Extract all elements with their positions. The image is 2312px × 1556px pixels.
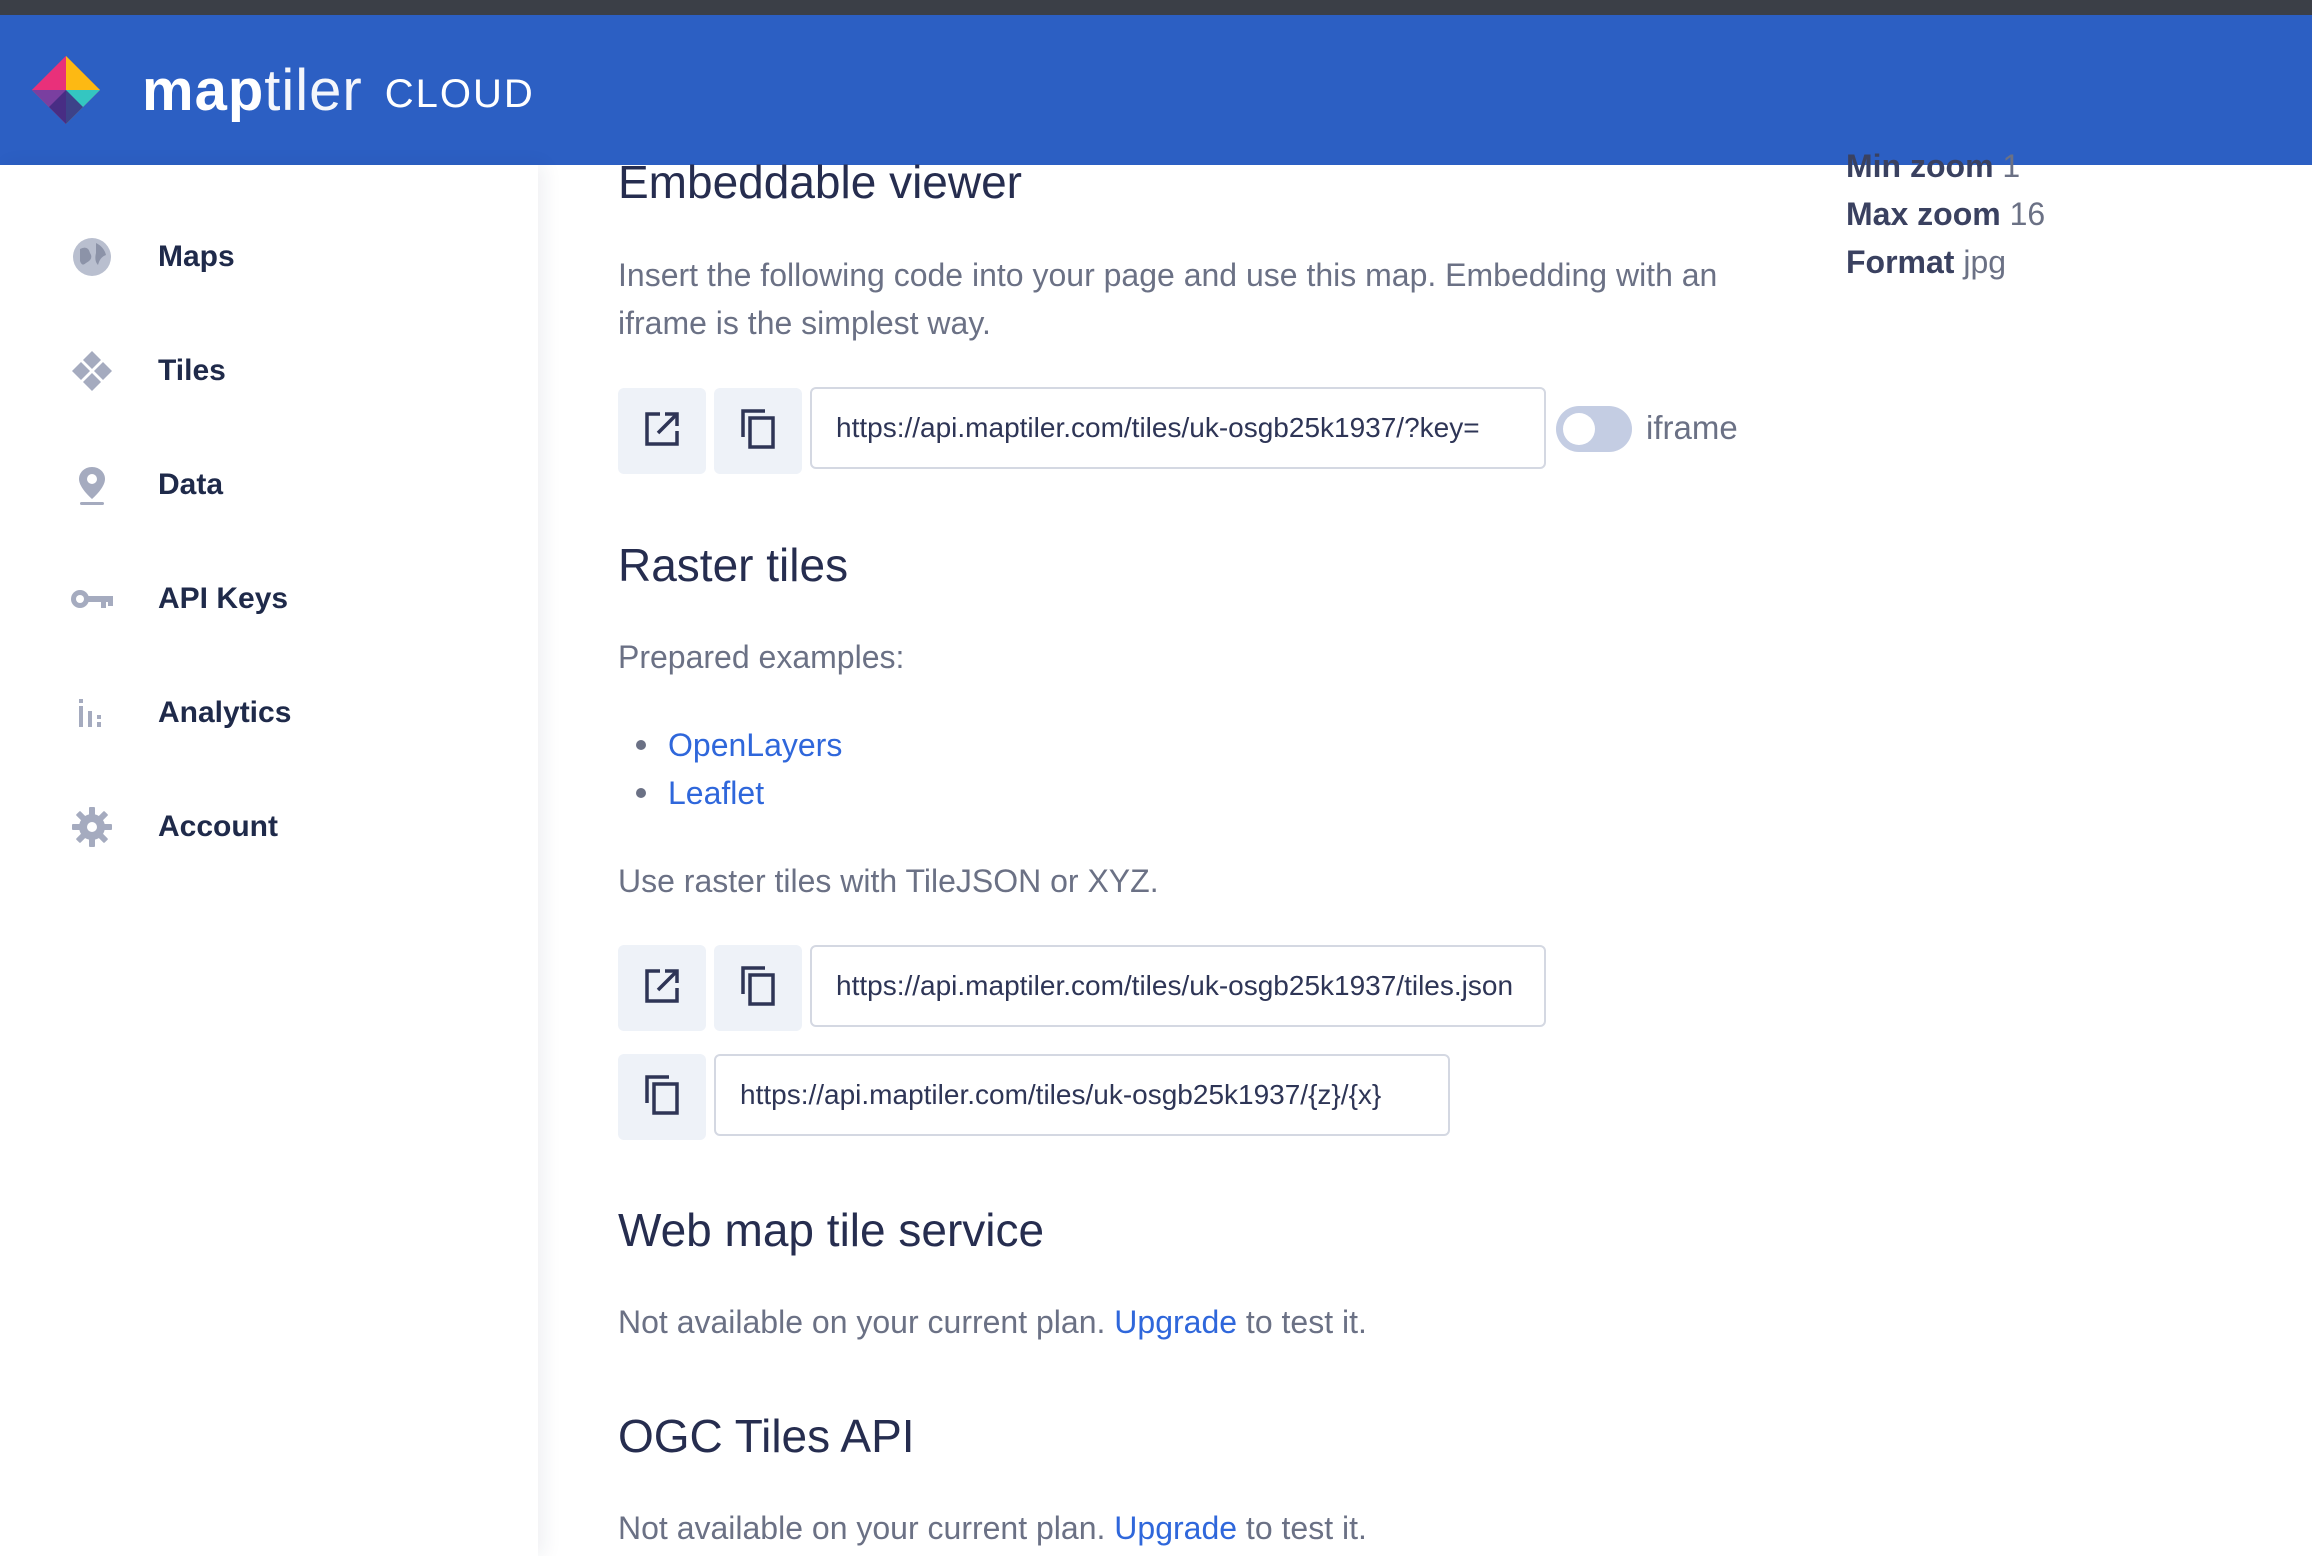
- wmts-text-before: Not available on your current plan.: [618, 1304, 1106, 1340]
- toggle-knob: [1563, 413, 1595, 445]
- open-external-icon: [642, 966, 682, 1011]
- raster-usage-text: Use raster tiles with TileJSON or XYZ.: [618, 863, 1159, 899]
- sidebar-item-label: Account: [158, 810, 278, 843]
- tilejson-open-button[interactable]: [618, 945, 706, 1031]
- iframe-toggle-label: iframe: [1646, 409, 1738, 446]
- meta-label: Min zoom: [1846, 148, 1994, 184]
- iframe-toggle[interactable]: [1556, 406, 1632, 452]
- sidebar: Maps Tiles Data API Keys Analytics Accou…: [0, 165, 538, 1556]
- copy-icon: [737, 407, 779, 456]
- globe-icon: [64, 229, 120, 285]
- tiles-icon: [64, 343, 120, 399]
- brand-product: CLOUD: [384, 71, 535, 116]
- copy-button[interactable]: [714, 388, 802, 474]
- meta-value: jpg: [1963, 244, 2007, 280]
- copy-icon: [641, 1073, 683, 1122]
- sidebar-item-label: Tiles: [158, 354, 226, 387]
- sidebar-item-label: Analytics: [158, 696, 292, 729]
- sidebar-item-analytics[interactable]: Analytics: [64, 683, 291, 743]
- maptiler-logo-icon: [28, 52, 104, 128]
- sidebar-item-data[interactable]: Data: [64, 455, 223, 515]
- meta-min-zoom: Min zoom 1: [1846, 148, 2020, 185]
- xyz-copy-button[interactable]: [618, 1054, 706, 1140]
- openlayers-link[interactable]: OpenLayers: [668, 721, 842, 769]
- bar-chart-icon: [64, 685, 120, 741]
- map-pin-icon: [64, 457, 120, 513]
- xyz-url-field[interactable]: [714, 1054, 1450, 1136]
- bullet: [636, 788, 646, 798]
- sidebar-item-label: API Keys: [158, 582, 289, 615]
- wmts-title: Web map tile service: [618, 1204, 1045, 1256]
- tilejson-url-field[interactable]: [810, 945, 1546, 1027]
- embed-url-field[interactable]: [810, 387, 1546, 469]
- brand-name-light: tiler: [264, 57, 363, 123]
- app-header: maptiler CLOUD: [0, 15, 2312, 165]
- wmts-availability-text: Not available on your current plan. Upgr…: [618, 1298, 1367, 1346]
- meta-label: Max zoom: [1846, 196, 2001, 232]
- meta-max-zoom: Max zoom 16: [1846, 196, 2045, 233]
- ogc-title: OGC Tiles API: [618, 1410, 915, 1462]
- meta-label: Format: [1846, 244, 1955, 280]
- sidebar-item-account[interactable]: Account: [64, 797, 278, 857]
- list-item: OpenLayers: [636, 721, 842, 769]
- ogc-text-before: Not available on your current plan.: [618, 1510, 1106, 1546]
- embeddable-description: Insert the following code into your page…: [618, 251, 1798, 347]
- meta-value: 16: [2009, 196, 2046, 232]
- brand-name: maptiler: [142, 57, 363, 124]
- sidebar-item-label: Maps: [158, 240, 235, 273]
- bullet: [636, 740, 646, 750]
- embeddable-description-line2: iframe is the simplest way.: [618, 305, 991, 341]
- embeddable-description-line1: Insert the following code into your page…: [618, 257, 1718, 293]
- examples-list: OpenLayers Leaflet: [636, 721, 842, 817]
- embeddable-viewer-title: Embeddable viewer: [618, 156, 1023, 208]
- wmts-text-after: to test it.: [1245, 1304, 1367, 1340]
- window-top-strip: [0, 0, 2312, 15]
- open-external-icon: [642, 409, 682, 454]
- brand[interactable]: maptiler CLOUD: [28, 52, 535, 128]
- open-external-button[interactable]: [618, 388, 706, 474]
- meta-value: 1: [2002, 148, 2021, 184]
- tilejson-copy-button[interactable]: [714, 945, 802, 1031]
- meta-format: Format jpg: [1846, 244, 2006, 281]
- key-icon: [64, 571, 120, 627]
- wmts-upgrade-link[interactable]: Upgrade: [1114, 1304, 1237, 1340]
- copy-icon: [737, 964, 779, 1013]
- brand-name-bold: map: [142, 57, 265, 123]
- gear-icon: [64, 799, 120, 855]
- list-item: Leaflet: [636, 769, 842, 817]
- sidebar-item-maps[interactable]: Maps: [64, 227, 235, 287]
- ogc-availability-text: Not available on your current plan. Upgr…: [618, 1504, 1367, 1552]
- ogc-upgrade-link[interactable]: Upgrade: [1114, 1510, 1237, 1546]
- ogc-text-after: to test it.: [1245, 1510, 1367, 1546]
- sidebar-item-tiles[interactable]: Tiles: [64, 341, 226, 401]
- raster-tiles-title: Raster tiles: [618, 539, 849, 591]
- prepared-examples-label: Prepared examples:: [618, 639, 905, 675]
- sidebar-item-api-keys[interactable]: API Keys: [64, 569, 288, 629]
- leaflet-link[interactable]: Leaflet: [668, 769, 764, 817]
- sidebar-item-label: Data: [158, 468, 224, 501]
